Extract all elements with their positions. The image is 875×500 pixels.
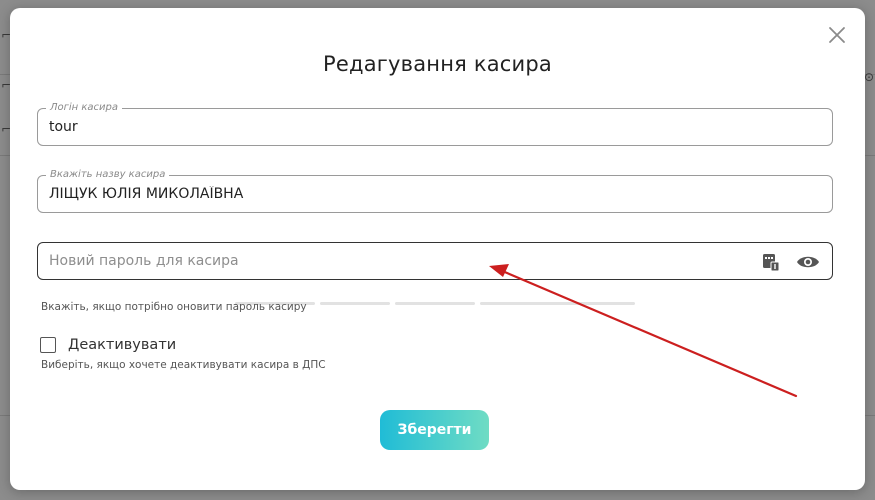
modal-title: Редагування касира <box>323 52 552 76</box>
login-input[interactable] <box>49 109 749 145</box>
eye-icon[interactable] <box>796 254 820 270</box>
edit-cashier-modal: Редагування касира Логін касира Вкажіть … <box>10 8 865 490</box>
password-strength-segment <box>480 302 635 305</box>
password-hint: Вкажіть, якщо потрібно оновити пароль ка… <box>41 301 307 313</box>
cashier-name-field[interactable]: Вкажіть назву касира <box>37 168 833 213</box>
password-generate-icon[interactable] <box>762 252 780 272</box>
deactivate-label[interactable]: Деактивувати <box>68 337 176 353</box>
new-password-field[interactable] <box>37 242 833 280</box>
background-glyph: ⊙ <box>864 70 875 84</box>
password-strength-segment <box>395 302 475 305</box>
cashier-name-input[interactable] <box>49 176 749 212</box>
close-icon <box>829 27 845 43</box>
deactivate-hint: Виберіть, якщо хочете деактивувати касир… <box>41 359 326 371</box>
save-button[interactable]: Зберегти <box>380 410 489 450</box>
close-button[interactable] <box>827 25 847 45</box>
new-password-input[interactable] <box>49 243 749 279</box>
deactivate-checkbox[interactable] <box>40 337 56 353</box>
password-actions <box>762 251 820 273</box>
login-field[interactable]: Логін касира <box>37 101 833 146</box>
password-strength-segment <box>320 302 390 305</box>
